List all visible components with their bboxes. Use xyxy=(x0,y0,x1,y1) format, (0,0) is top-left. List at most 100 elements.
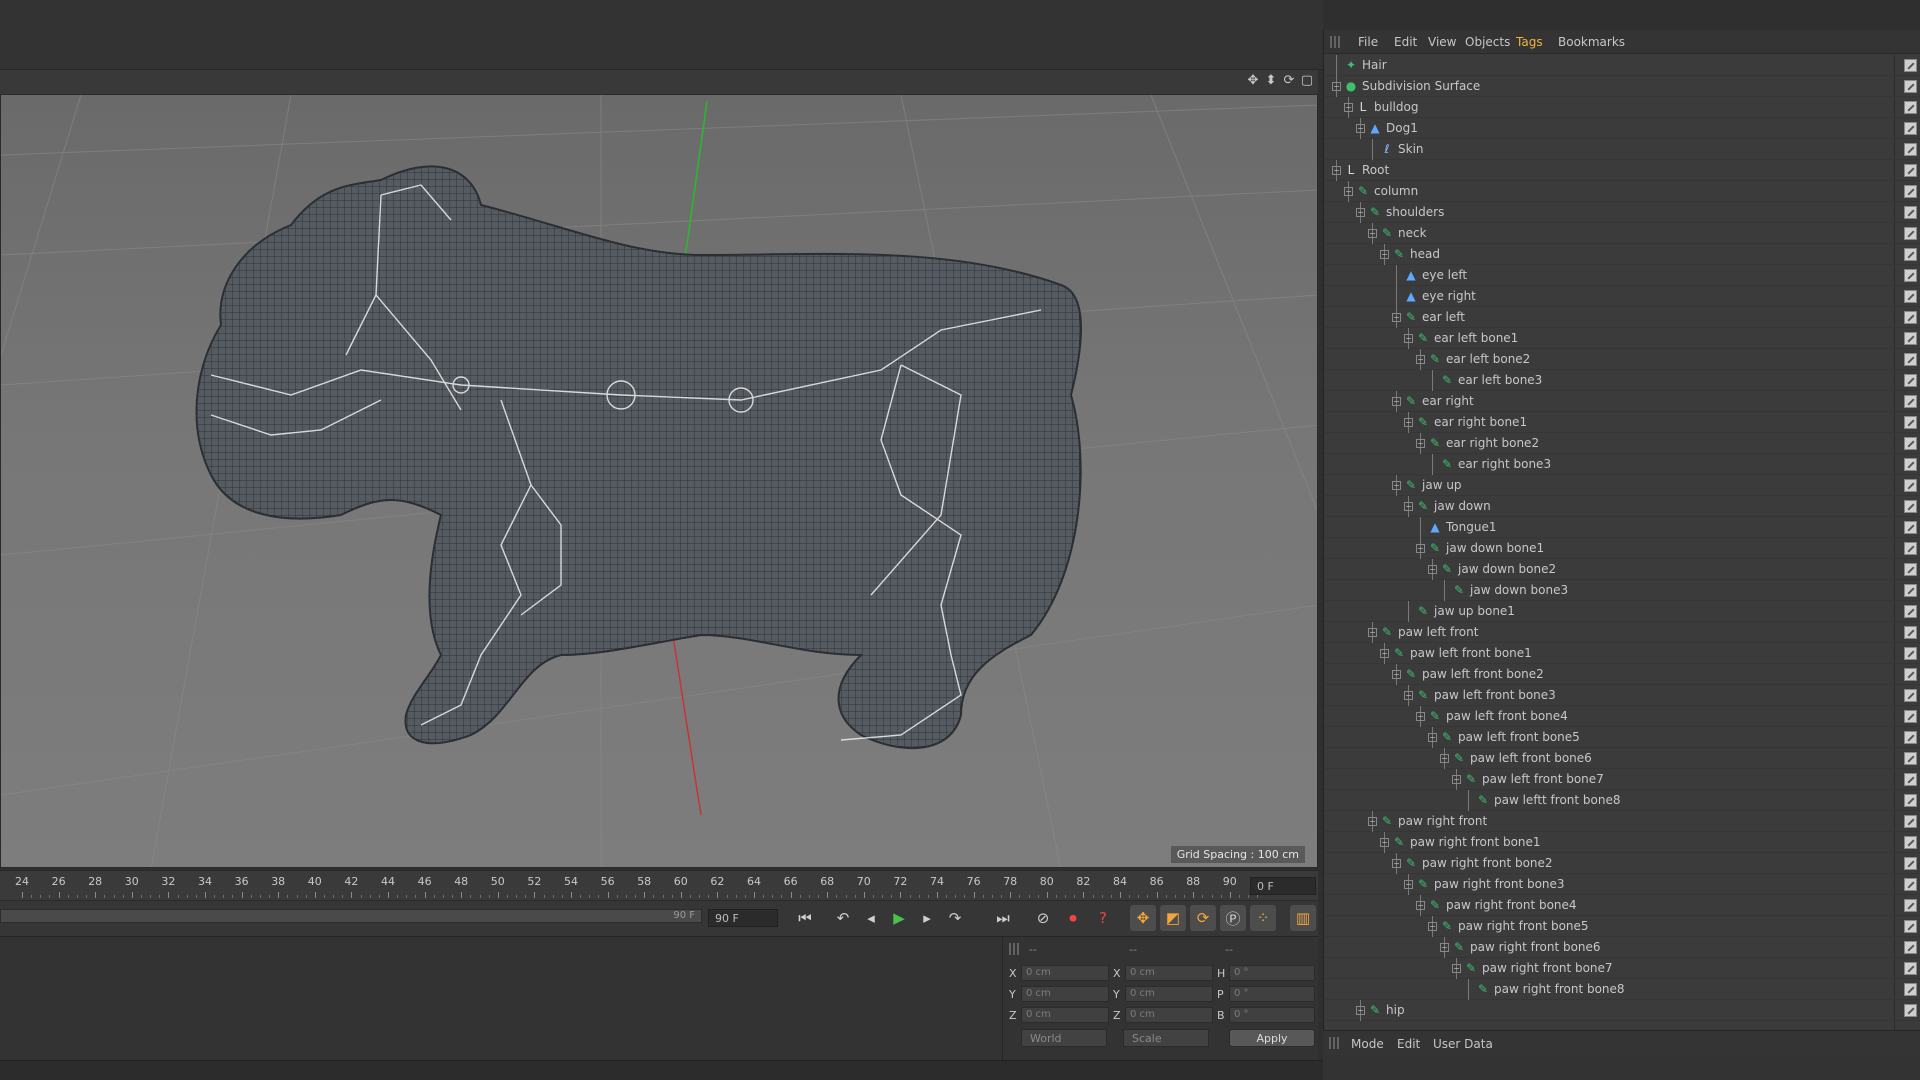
object-tree-row[interactable]: − ✎ paw left front bone5 xyxy=(1324,727,1920,748)
rotate-view-icon[interactable]: ⟳ xyxy=(1282,74,1296,88)
object-name[interactable]: paw left front bone5 xyxy=(1458,730,1580,744)
maximize-view-icon[interactable]: ▢ xyxy=(1300,74,1314,88)
object-tree-row[interactable]: − ✎ paw right front bone7 xyxy=(1324,958,1920,979)
object-name[interactable]: Dog1 xyxy=(1386,121,1418,135)
bulldog-mesh[interactable] xyxy=(195,165,1082,750)
visibility-tag-icon[interactable] xyxy=(1904,668,1917,681)
record-keys-icon[interactable]: ⏺ xyxy=(1060,905,1086,931)
object-tree-row[interactable]: ✎ paw leftt front bone8 xyxy=(1324,790,1920,811)
visibility-tag-icon[interactable] xyxy=(1904,227,1917,240)
previous-key-icon[interactable]: ↶ xyxy=(830,905,856,931)
object-name[interactable]: jaw down bone2 xyxy=(1458,562,1556,576)
collapse-toggle-icon[interactable]: − xyxy=(1392,481,1401,490)
visibility-tag-icon[interactable] xyxy=(1904,290,1917,303)
object-tree-row[interactable]: ✎ paw right front bone8 xyxy=(1324,979,1920,1000)
visibility-tag-icon[interactable] xyxy=(1904,773,1917,786)
object-tree-row[interactable]: − ✎ neck xyxy=(1324,223,1920,244)
object-name[interactable]: ear left bone3 xyxy=(1458,373,1542,387)
object-tree-row[interactable]: − ✎ head xyxy=(1324,244,1920,265)
position-z-field[interactable]: 0 cm xyxy=(1021,1007,1109,1023)
visibility-tag-icon[interactable] xyxy=(1904,206,1917,219)
object-name[interactable]: paw right front bone5 xyxy=(1458,919,1589,933)
visibility-tag-icon[interactable] xyxy=(1904,164,1917,177)
rotation-h-field[interactable]: 0 ° xyxy=(1229,965,1315,981)
visibility-tag-icon[interactable] xyxy=(1904,941,1917,954)
object-name[interactable]: paw right front bone2 xyxy=(1422,856,1553,870)
visibility-tag-icon[interactable] xyxy=(1904,59,1917,72)
object-name[interactable]: jaw down bone3 xyxy=(1470,583,1568,597)
apply-button[interactable]: Apply xyxy=(1229,1029,1315,1047)
object-name[interactable]: ear left xyxy=(1422,310,1465,324)
object-name[interactable]: paw left front bone4 xyxy=(1446,709,1568,723)
object-tree-row[interactable]: − ✎ paw left front xyxy=(1324,622,1920,643)
object-name[interactable]: paw left front bone2 xyxy=(1422,667,1544,681)
visibility-tag-icon[interactable] xyxy=(1904,815,1917,828)
object-name[interactable]: paw right front bone7 xyxy=(1482,961,1613,975)
param-tool-icon[interactable]: Ⓟ xyxy=(1220,905,1246,931)
visibility-tag-icon[interactable] xyxy=(1904,626,1917,639)
object-tree-row[interactable]: ✦ Hair xyxy=(1324,55,1920,76)
object-name[interactable]: hip xyxy=(1386,1003,1405,1017)
object-name[interactable]: eye right xyxy=(1422,289,1476,303)
visibility-tag-icon[interactable] xyxy=(1904,920,1917,933)
object-tree-row[interactable]: − ● Subdivision Surface xyxy=(1324,76,1920,97)
object-name[interactable]: Hair xyxy=(1362,58,1387,72)
visibility-tag-icon[interactable] xyxy=(1904,899,1917,912)
collapse-toggle-icon[interactable]: − xyxy=(1404,502,1413,511)
visibility-tag-icon[interactable] xyxy=(1904,584,1917,597)
object-tree-row[interactable]: ▲ Tongue1 xyxy=(1324,517,1920,538)
previous-frame-icon[interactable]: ◂ xyxy=(858,905,884,931)
object-tree-row[interactable]: − L Root xyxy=(1324,160,1920,181)
scale-tool-icon[interactable]: ◩ xyxy=(1160,905,1186,931)
points-grid-icon[interactable]: ⁘ xyxy=(1250,905,1276,931)
visibility-tag-icon[interactable] xyxy=(1904,542,1917,555)
visibility-tag-icon[interactable] xyxy=(1904,521,1917,534)
collapse-toggle-icon[interactable]: − xyxy=(1416,544,1425,553)
object-name[interactable]: ear right bone1 xyxy=(1434,415,1527,429)
object-tree-row[interactable]: − ✎ paw left front bone3 xyxy=(1324,685,1920,706)
object-tree-row[interactable]: ℓ Skin xyxy=(1324,139,1920,160)
visibility-tag-icon[interactable] xyxy=(1904,101,1917,114)
collapse-toggle-icon[interactable]: − xyxy=(1332,82,1341,91)
menu-user-data[interactable]: User Data xyxy=(1433,1037,1493,1051)
rotation-b-field[interactable]: 0 ° xyxy=(1229,1007,1315,1023)
panel-grip-icon[interactable] xyxy=(1329,1037,1341,1049)
visibility-tag-icon[interactable] xyxy=(1904,563,1917,576)
object-name[interactable]: jaw down bone1 xyxy=(1446,541,1544,555)
object-tree-row[interactable]: − ✎ paw left front bone7 xyxy=(1324,769,1920,790)
object-tree-row[interactable]: − ✎ paw right front bone3 xyxy=(1324,874,1920,895)
panel-grip-icon[interactable] xyxy=(1330,36,1342,48)
object-name[interactable]: Tongue1 xyxy=(1446,520,1496,534)
collapse-toggle-icon[interactable]: − xyxy=(1440,754,1449,763)
visibility-tag-icon[interactable] xyxy=(1904,878,1917,891)
next-frame-icon[interactable]: ▸ xyxy=(914,905,940,931)
collapse-toggle-icon[interactable]: − xyxy=(1440,943,1449,952)
collapse-toggle-icon[interactable]: − xyxy=(1380,649,1389,658)
visibility-tag-icon[interactable] xyxy=(1904,836,1917,849)
collapse-toggle-icon[interactable]: − xyxy=(1380,250,1389,259)
object-name[interactable]: head xyxy=(1410,247,1440,261)
object-name[interactable]: jaw down xyxy=(1434,499,1491,513)
menu-bookmarks[interactable]: Bookmarks xyxy=(1558,35,1625,49)
visibility-tag-icon[interactable] xyxy=(1904,374,1917,387)
visibility-tag-icon[interactable] xyxy=(1904,248,1917,261)
next-key-icon[interactable]: ↷ xyxy=(942,905,968,931)
collapse-toggle-icon[interactable]: − xyxy=(1332,166,1341,175)
collapse-toggle-icon[interactable]: − xyxy=(1392,313,1401,322)
object-tree-row[interactable]: − Lbulldog xyxy=(1324,97,1920,118)
panel-grip-icon[interactable] xyxy=(1009,943,1021,955)
menu-edit[interactable]: Edit xyxy=(1394,35,1417,49)
collapse-toggle-icon[interactable]: − xyxy=(1416,901,1425,910)
visibility-tag-icon[interactable] xyxy=(1904,710,1917,723)
object-name[interactable]: ear right xyxy=(1422,394,1474,408)
object-name[interactable]: Subdivision Surface xyxy=(1362,79,1480,93)
collapse-toggle-icon[interactable]: − xyxy=(1404,880,1413,889)
object-tree-row[interactable]: ✎ jaw down bone3 xyxy=(1324,580,1920,601)
menu-attr-edit[interactable]: Edit xyxy=(1397,1037,1420,1051)
collapse-toggle-icon[interactable]: − xyxy=(1392,859,1401,868)
collapse-toggle-icon[interactable]: − xyxy=(1416,712,1425,721)
object-tree-row[interactable]: − ✎ paw left front bone6 xyxy=(1324,748,1920,769)
visibility-tag-icon[interactable] xyxy=(1904,122,1917,135)
visibility-tag-icon[interactable] xyxy=(1904,437,1917,450)
object-tree-row[interactable]: − ✎ paw left front bone2 xyxy=(1324,664,1920,685)
